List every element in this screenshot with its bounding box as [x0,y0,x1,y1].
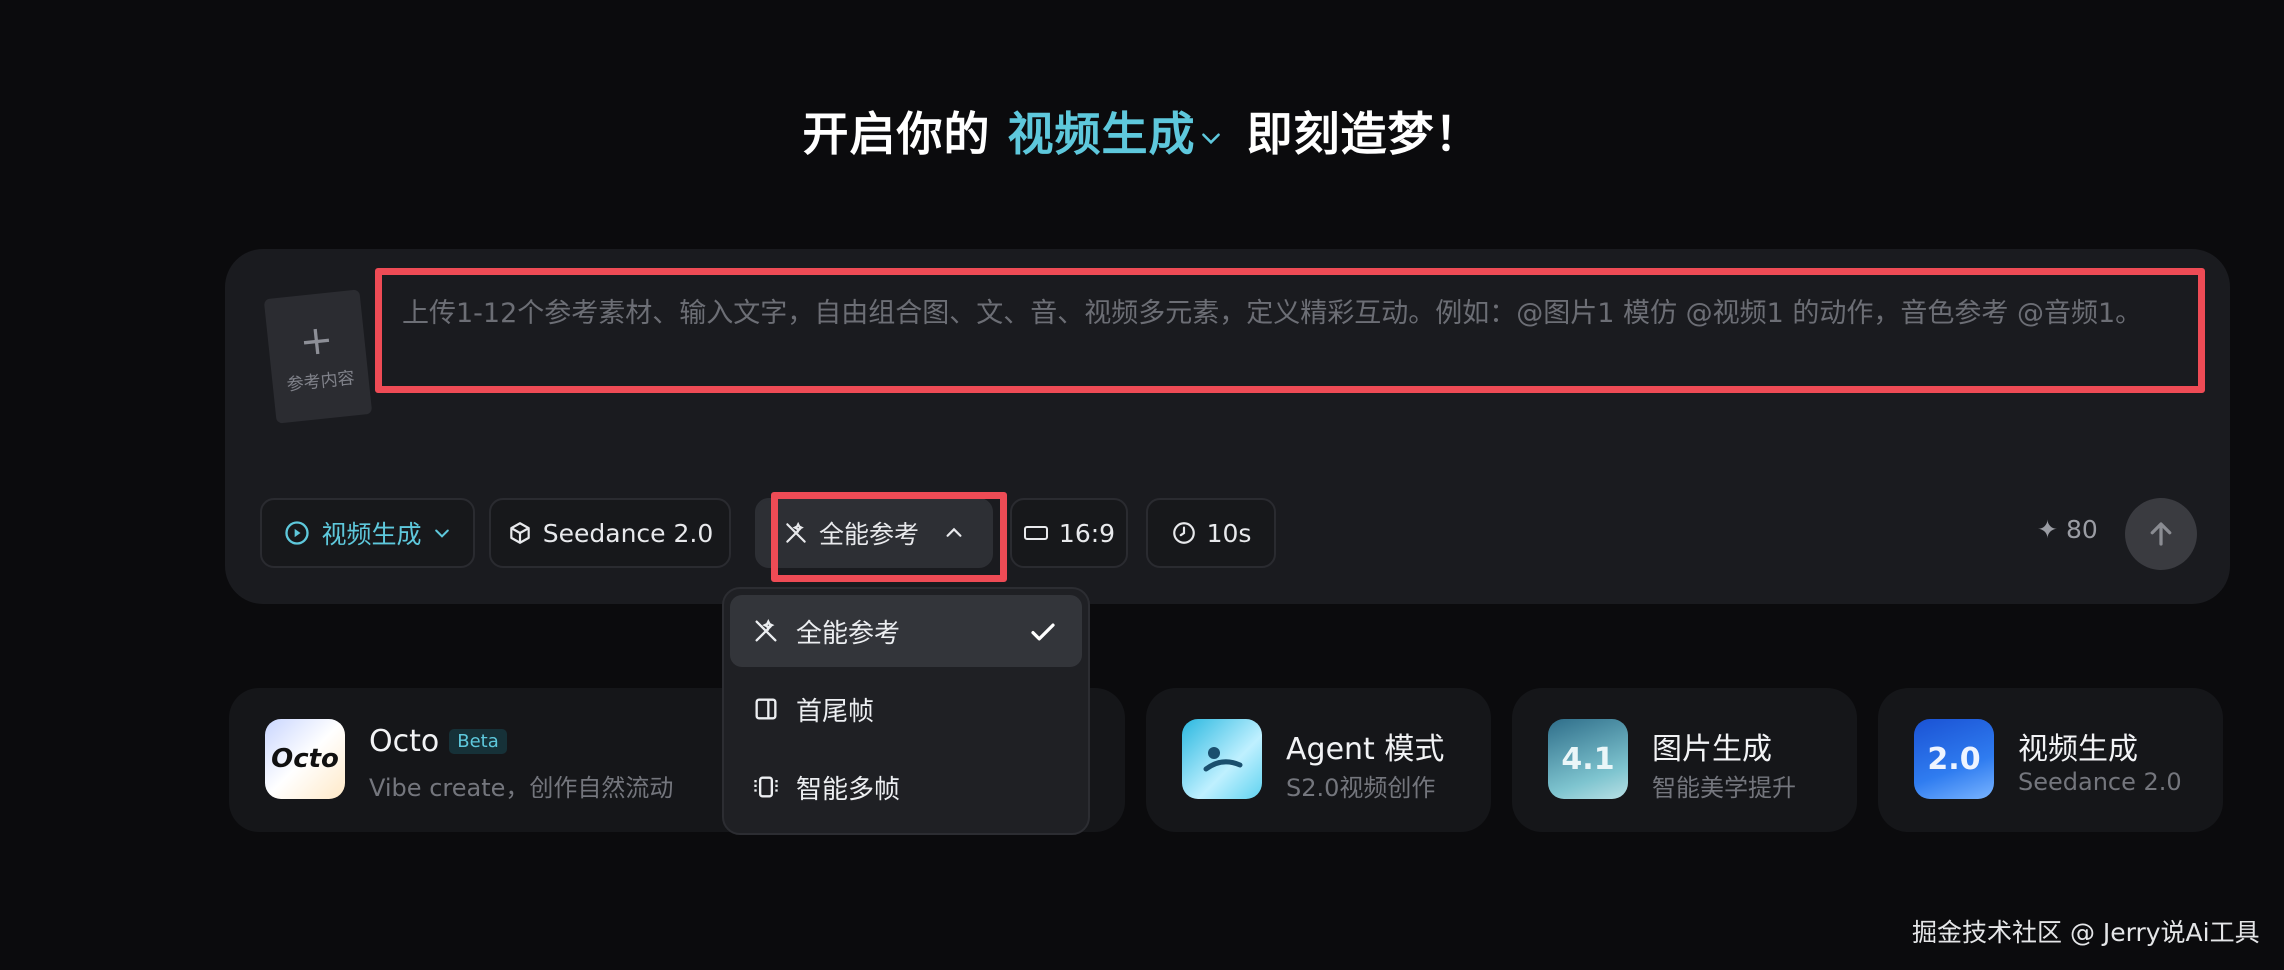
plus-icon: + [297,316,336,366]
watermark: 掘金技术社区 @ Jerry说Ai工具 [1912,918,2260,947]
feature-card-image-gen[interactable]: 4.1 图片生成 智能美学提升 [1512,688,1857,832]
magic-wand-icon [755,619,777,642]
card-title: 图片生成 [1652,732,1772,767]
video-gen-icon-text: 2.0 [1927,741,1981,777]
chevron-down-icon [1201,132,1220,144]
dropdown-item-label: 全能参考 [796,618,901,649]
feature-card-video-gen[interactable]: 2.0 视频生成 Seedance 2.0 [1878,688,2223,832]
ratio-icon [1023,526,1048,540]
feature-card-agent[interactable]: Agent 模式 S2.0视频创作 [1146,688,1491,832]
page-title: 开启你的 视频生成 即刻造梦！ [0,98,2284,164]
chevron-down-icon [434,529,449,538]
card-subtitle: S2.0视频创作 [1286,774,1436,802]
video-gen-icon: 2.0 [1914,719,1994,799]
composer-card: + 参考内容 上传1-12个参考素材、输入文字，自由组合图、文、音、视频多元素，… [225,249,2230,604]
image-gen-icon: 4.1 [1548,719,1628,799]
reference-upload[interactable]: + 参考内容 [263,289,373,424]
image-gen-icon-text: 4.1 [1561,741,1615,777]
beta-badge: Beta [449,729,507,754]
aspect-ratio-label: 16:9 [1058,518,1116,548]
reference-upload-label: 参考内容 [285,368,356,396]
frame-icon [755,698,777,720]
card-subtitle: Vibe create，创作自然流动 [369,774,674,802]
mode-switcher[interactable]: 视频生成 [1008,107,1230,161]
dropdown-item-all-reference[interactable]: 全能参考 [730,595,1082,667]
send-button[interactable] [2125,498,2197,570]
dropdown-item-first-last-frame[interactable]: 首尾帧 [730,673,1082,745]
prompt-input[interactable]: 上传1-12个参考素材、输入文字，自由组合图、文、音、视频多元素，定义精彩互动。… [375,268,2205,393]
card-subtitle: Seedance 2.0 [2018,768,2182,796]
agent-mode-icon [1182,719,1262,799]
check-icon [1031,623,1055,641]
swimmer-icon [1203,747,1243,772]
card-title: Agent 模式 [1286,732,1445,767]
octo-logo-icon: Octo [265,719,345,799]
model-select-label: Seedance 2.0 [542,518,714,548]
clock-icon [1172,522,1195,544]
card-subtitle: 智能美学提升 [1652,774,1796,802]
aspect-ratio-button[interactable]: 16:9 [1010,498,1128,568]
octo-logo-text: Octo [271,744,339,774]
duration-button[interactable]: 10s [1146,498,1276,568]
title-suffix: 即刻造梦！ [1246,107,1482,161]
dropdown-item-label: 首尾帧 [796,696,875,727]
card-title: 视频生成 [2018,732,2138,767]
dropdown-item-label: 智能多帧 [796,774,901,805]
dropdown-item-smart-multi-frame[interactable]: 智能多帧 [730,751,1082,823]
reference-mode-dropdown: 全能参考 首尾帧 智能多帧 [722,587,1090,835]
card-title-text: Octo [369,724,440,759]
annotation-highlight [771,492,1007,582]
video-spark-icon [285,521,310,545]
duration-label: 10s [1206,518,1252,548]
cube-icon [510,522,530,544]
mode-switcher-label: 视频生成 [1007,107,1196,161]
credits-display: ✦ 80 [2037,515,2098,544]
title-prefix: 开启你的 [802,107,991,161]
model-select-button[interactable]: Seedance 2.0 [489,498,731,568]
arrow-up-icon [2150,522,2172,546]
sparkle-icon: ✦ [2037,515,2058,544]
credits-value: 80 [2065,515,2098,544]
multi-frame-icon [754,776,778,798]
mode-select-button[interactable]: 视频生成 [260,498,475,568]
card-title: Octo Beta [369,724,507,759]
mode-select-label: 视频生成 [321,520,422,549]
